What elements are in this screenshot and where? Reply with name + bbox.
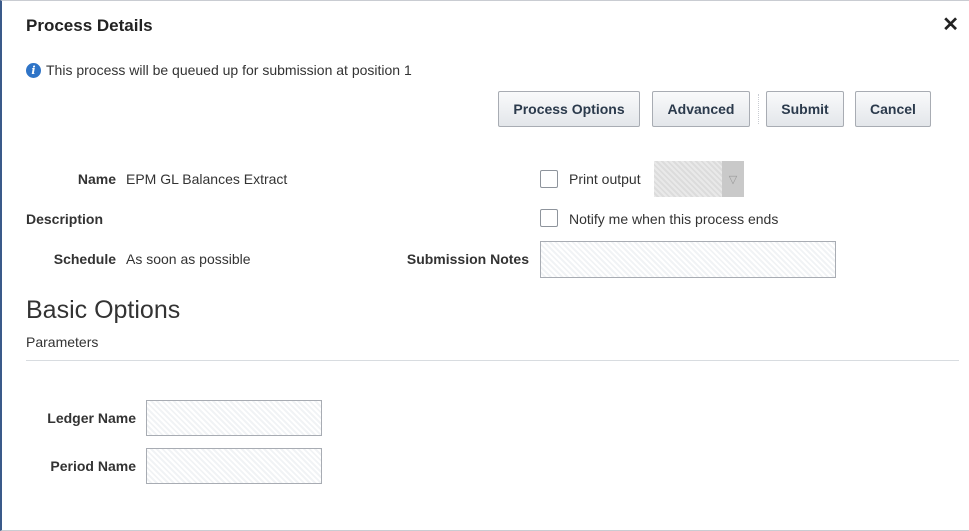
period-name-label: Period Name	[50, 458, 136, 474]
notify-checkbox[interactable]	[540, 209, 558, 227]
print-output-select: ▽	[654, 161, 744, 197]
name-value: EPM GL Balances Extract	[126, 171, 288, 187]
notify-label: Notify me when this process ends	[569, 211, 779, 227]
process-options-button[interactable]: Process Options	[498, 91, 640, 127]
submission-notes-label: Submission Notes	[406, 251, 529, 267]
period-name-field[interactable]	[146, 448, 322, 484]
name-label: Name	[77, 171, 116, 187]
process-details-dialog: Process Details ✕ i This process will be…	[0, 0, 969, 531]
cancel-button[interactable]: Cancel	[855, 91, 931, 127]
submit-button[interactable]: Submit	[766, 91, 844, 127]
description-label: Description	[26, 211, 104, 227]
advanced-button[interactable]: Advanced	[652, 91, 750, 127]
close-icon[interactable]: ✕	[942, 12, 959, 37]
print-output-checkbox[interactable]	[540, 170, 558, 188]
button-separator	[758, 94, 760, 124]
ledger-name-label: Ledger Name	[47, 410, 136, 426]
submission-notes-field[interactable]	[540, 241, 836, 278]
schedule-value: As soon as possible	[126, 251, 251, 267]
print-output-label: Print output	[569, 171, 641, 187]
info-message-row: i This process will be queued up for sub…	[26, 62, 412, 78]
schedule-label: Schedule	[53, 251, 116, 267]
parameters-subheading: Parameters	[26, 334, 99, 350]
chevron-down-icon: ▽	[722, 161, 744, 197]
info-message: This process will be queued up for submi…	[46, 62, 412, 78]
ledger-name-field[interactable]	[146, 400, 322, 436]
info-icon: i	[26, 62, 41, 78]
basic-options-heading: Basic Options	[26, 296, 181, 324]
dialog-title: Process Details	[26, 16, 153, 35]
section-divider	[26, 360, 959, 361]
